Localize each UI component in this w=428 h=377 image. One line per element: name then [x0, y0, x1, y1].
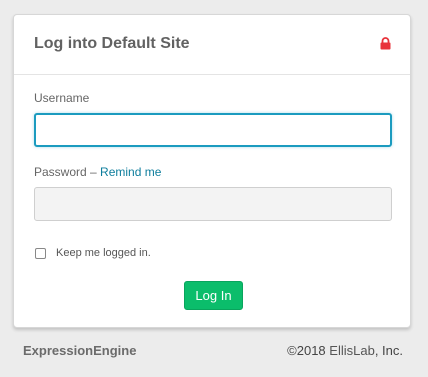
remember-row: Keep me logged in. [34, 247, 151, 259]
copyright-suffix: , Inc. [374, 343, 403, 358]
username-label: Username [34, 91, 90, 105]
password-label-row: Password – Remind me [34, 165, 161, 179]
footer-brand: ExpressionEngine [23, 343, 137, 358]
password-field[interactable] [34, 187, 392, 221]
remember-label: Keep me logged in. [56, 247, 151, 259]
password-label: Password [34, 165, 87, 179]
lock-icon [380, 37, 391, 50]
login-button[interactable]: Log In [184, 281, 243, 310]
company-link[interactable]: EllisLab [329, 343, 375, 358]
panel-title: Log into Default Site [34, 35, 190, 52]
remind-me-link[interactable]: Remind me [100, 165, 161, 179]
login-panel: Log into Default Site Username Password … [13, 14, 411, 328]
password-separator: – [86, 165, 101, 179]
remember-checkbox[interactable] [35, 247, 46, 259]
panel-header: Log into Default Site [14, 15, 410, 75]
footer-copyright: ©2018 EllisLab, Inc. [287, 343, 403, 358]
copyright-prefix: ©2018 [287, 343, 330, 358]
username-field[interactable] [34, 113, 392, 147]
